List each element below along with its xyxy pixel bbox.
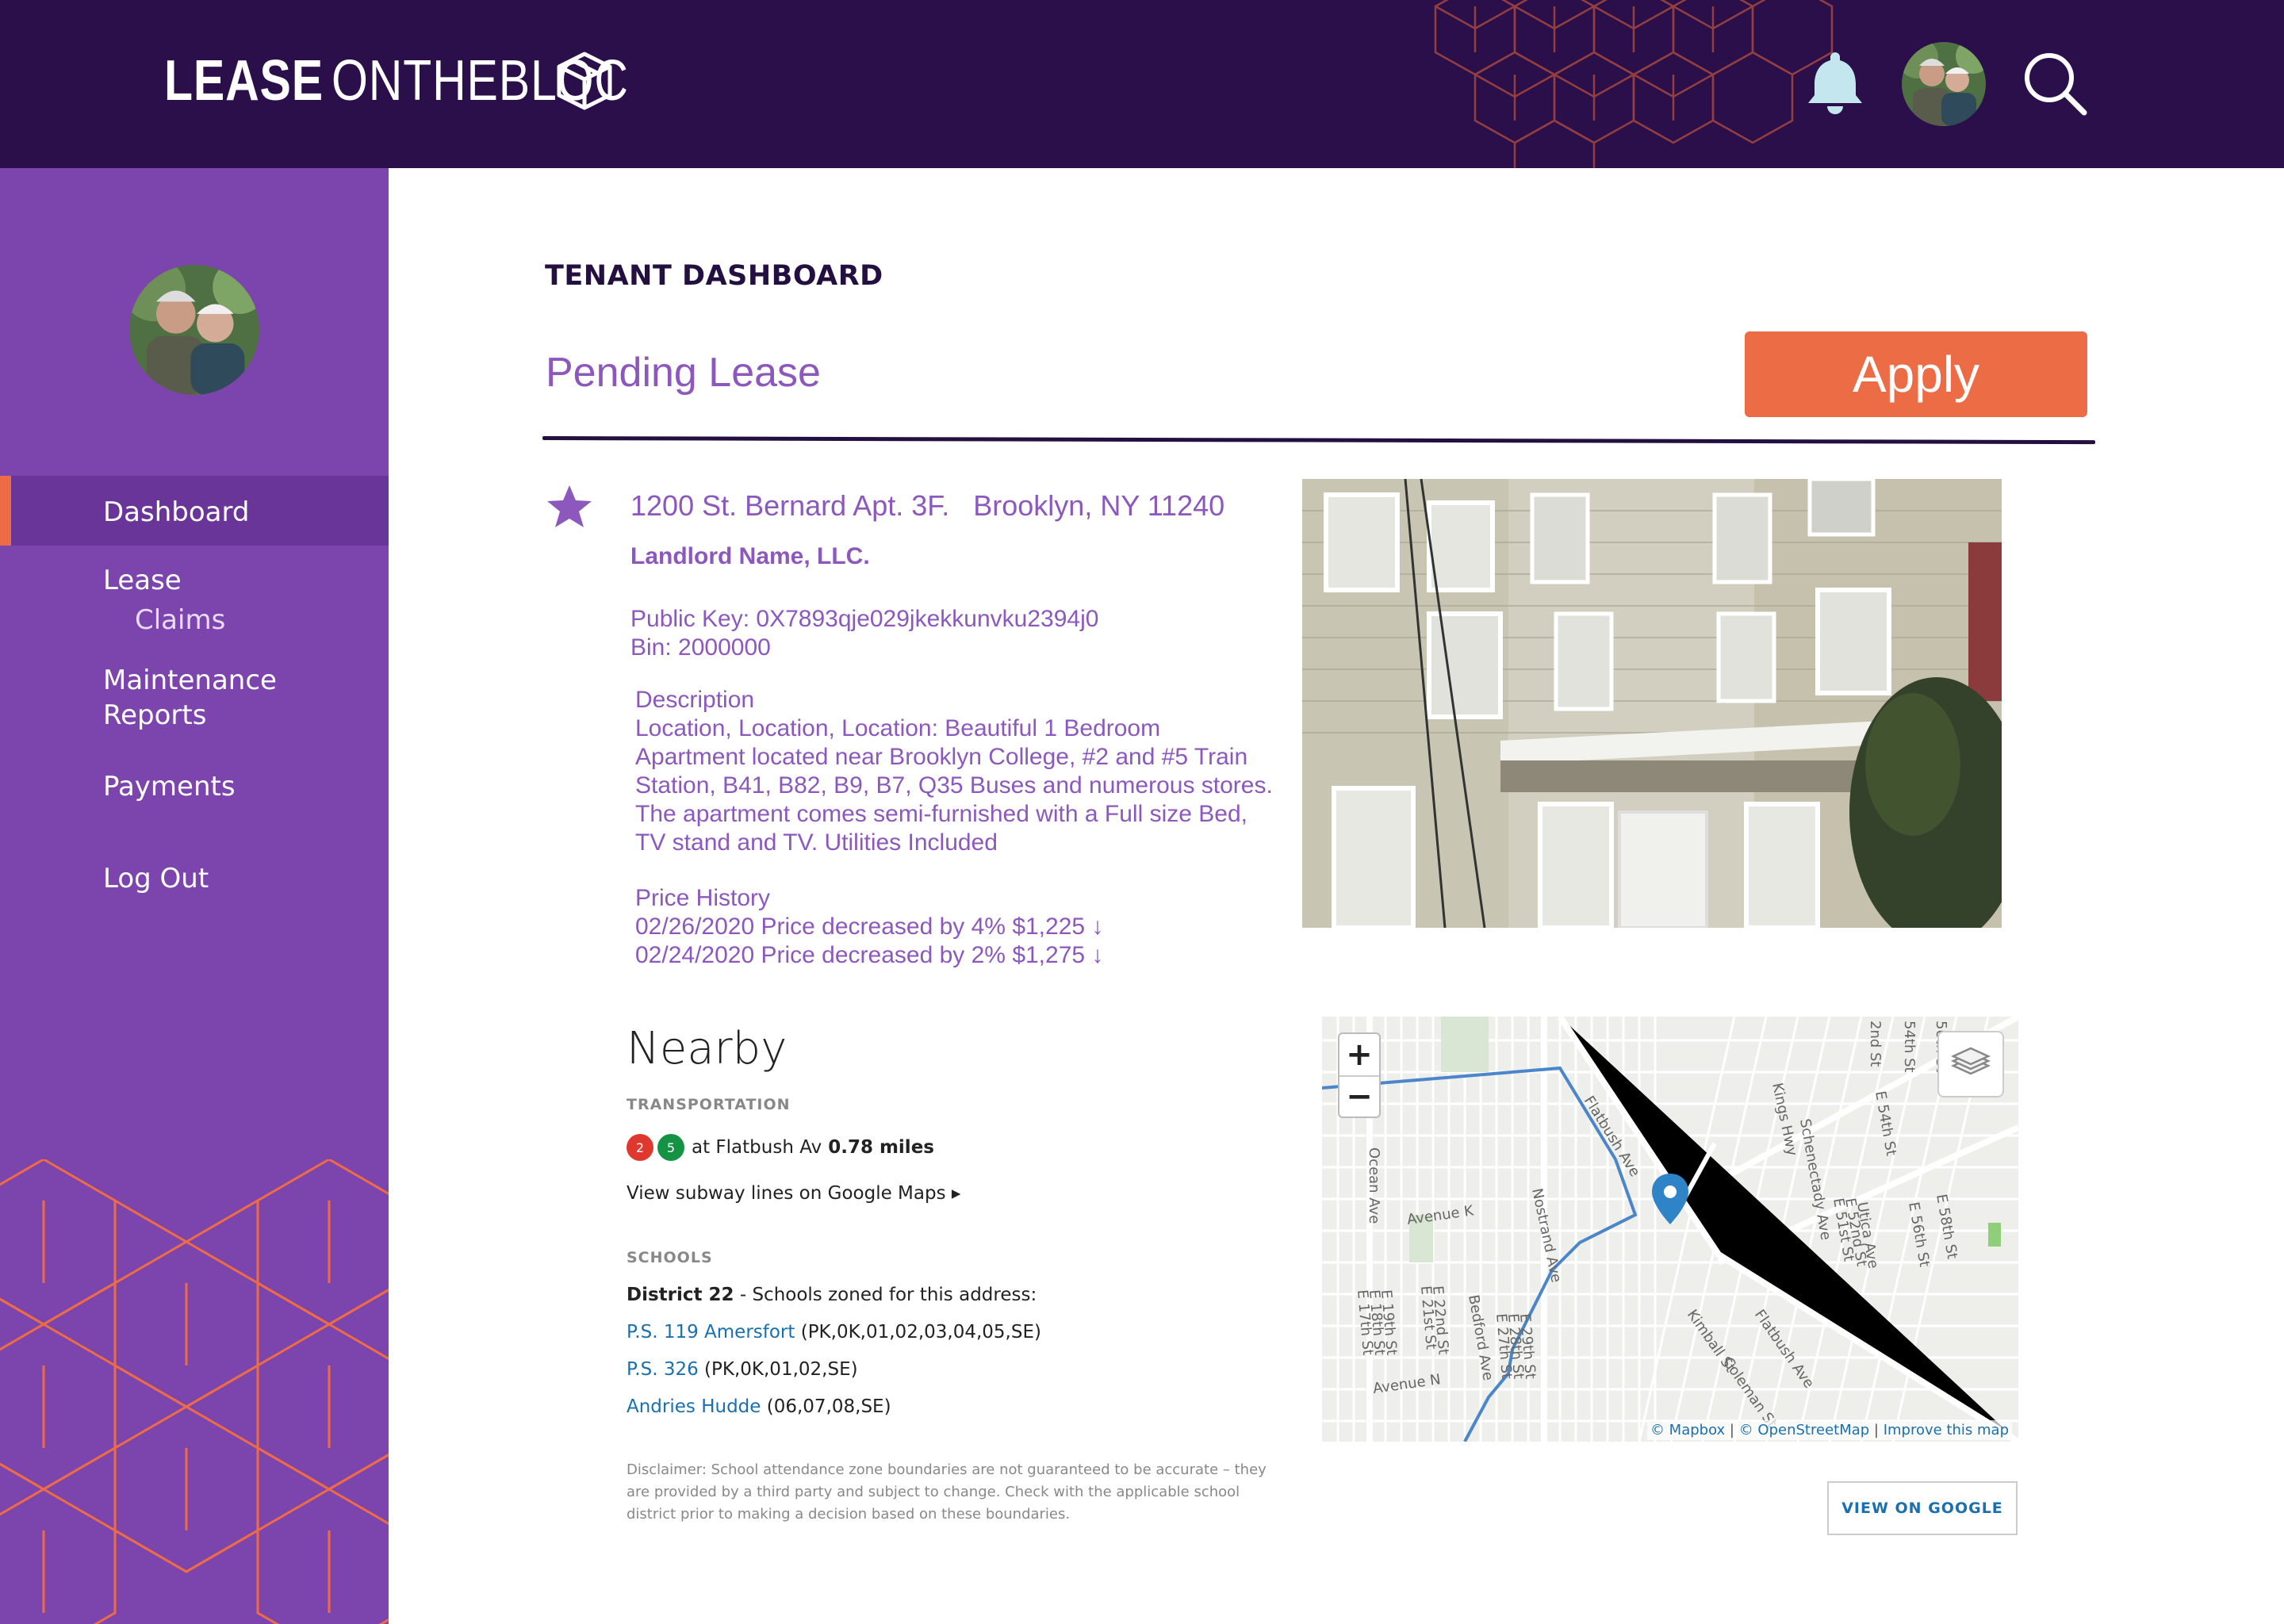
sidebar-item-label: Dashboard xyxy=(103,496,250,528)
school-grades: (PK,0K,01,02,SE) xyxy=(698,1359,858,1380)
school-row: P.S. 119 Amersfort (PK,0K,01,02,03,04,05… xyxy=(627,1322,1041,1342)
building-image xyxy=(1302,479,2002,928)
sidebar-item-lease[interactable]: Lease xyxy=(0,565,389,596)
listing-keys: Public Key: 0X7893qje029jkekkunvku2394j0… xyxy=(630,605,1289,662)
map-street-label: 54th St xyxy=(1901,1021,1918,1073)
osm-attribution-link[interactable]: © OpenStreetMap xyxy=(1739,1422,1869,1438)
avatar[interactable] xyxy=(1902,42,1986,126)
map-street-label: Ocean Ave xyxy=(1366,1147,1382,1224)
schools-heading: SCHOOLS xyxy=(627,1249,713,1266)
zoom-out-button[interactable]: − xyxy=(1339,1075,1379,1116)
subway-line-badge: 2 xyxy=(627,1134,653,1161)
sidebar-item-label: Log Out xyxy=(103,863,209,894)
school-link[interactable]: Andries Hudde xyxy=(627,1396,761,1417)
description-line: Location, Location, Location: Beautiful … xyxy=(635,715,1161,741)
sidebar-item-logout[interactable]: Log Out xyxy=(0,863,389,894)
improve-map-link[interactable]: Improve this map xyxy=(1884,1422,2009,1438)
sidebar-item-label: Maintenance xyxy=(103,665,277,696)
school-link[interactable]: P.S. 119 Amersfort xyxy=(627,1322,795,1342)
subway-map-link[interactable]: View subway lines on Google Maps ▸ xyxy=(627,1183,960,1204)
price-history-row: 02/24/2020 Price decreased by 2% $1,275 … xyxy=(635,942,1104,968)
nearby-heading: Nearby xyxy=(627,1023,788,1074)
sidebar-item-label: Claims xyxy=(135,604,226,636)
logo-bold-text: LEASE xyxy=(164,49,324,113)
page-title: TENANT DASHBOARD xyxy=(545,260,883,292)
district-name: District 22 xyxy=(627,1285,734,1305)
map-canvas: Ocean Ave Avenue K Nostrand Ave Bedford … xyxy=(1322,1017,2018,1442)
map-zoom-control: + − xyxy=(1338,1032,1381,1118)
price-history-row: 02/26/2020 Price decreased by 4% $1,225 … xyxy=(635,914,1104,940)
transit-row: 2 5 at Flatbush Av 0.78 miles xyxy=(627,1134,934,1161)
district-row: District 22 - Schools zoned for this add… xyxy=(627,1285,1037,1305)
bell-icon[interactable] xyxy=(1807,49,1864,117)
view-on-google-button[interactable]: VIEW ON GOOGLE xyxy=(1827,1481,2018,1535)
apply-button[interactable]: Apply xyxy=(1745,331,2087,417)
description-label: Description xyxy=(635,687,755,713)
listing-address: 1200 St. Bernard Apt. 3F. Brooklyn, NY 1… xyxy=(630,489,1225,522)
sidebar-avatar[interactable] xyxy=(129,265,259,395)
description-line: TV stand and TV. Utilities Included xyxy=(635,829,998,856)
star-icon[interactable] xyxy=(546,484,593,528)
top-header: LEASE ONTHEBLOC xyxy=(0,0,2284,168)
map-street-label: 2nd St xyxy=(1867,1021,1884,1067)
map-layers-button[interactable] xyxy=(1937,1031,2004,1097)
layers-icon xyxy=(1950,1047,1991,1075)
cube-logo-icon xyxy=(557,52,612,110)
mapbox-attribution-link[interactable]: © Mapbox xyxy=(1650,1422,1725,1438)
sidebar-item-payments[interactable]: Payments xyxy=(0,771,389,802)
lease-status-heading: Pending Lease xyxy=(546,350,821,396)
sidebar-item-maintenance-reports[interactable]: Maintenance Reports xyxy=(0,663,389,733)
price-history-label: Price History xyxy=(635,885,771,911)
sidebar-item-label: Payments xyxy=(103,771,236,802)
sidebar-item-dashboard[interactable]: Dashboard xyxy=(0,476,389,546)
station-name: at Flatbush Av xyxy=(692,1137,822,1158)
public-key: Public Key: 0X7893qje029jkekkunvku2394j0 xyxy=(630,606,1099,632)
station-distance: 0.78 miles xyxy=(828,1137,934,1158)
sidebar-item-claims[interactable]: Claims xyxy=(0,604,389,636)
description-line: Station, B41, B82, B9, B7, Q35 Buses and… xyxy=(635,772,1273,799)
map-attribution: © Mapbox | © OpenStreetMap | Improve thi… xyxy=(1646,1420,2012,1440)
search-icon[interactable] xyxy=(2021,49,2089,117)
caret-right-icon: ▸ xyxy=(945,1183,961,1204)
property-photo xyxy=(1302,479,2002,928)
school-grades: (06,07,08,SE) xyxy=(761,1396,891,1417)
landlord-name: Landlord Name, LLC. xyxy=(630,543,870,569)
cube-pattern-decoration xyxy=(1434,0,1834,168)
school-disclaimer: Disclaimer: School attendance zone bound… xyxy=(627,1461,1267,1522)
cube-pattern-decoration xyxy=(0,1159,389,1624)
subway-map-link-text: View subway lines on Google Maps xyxy=(627,1183,946,1204)
description-line: The apartment comes semi-furnished with … xyxy=(635,801,1247,827)
school-row: P.S. 326 (PK,0K,01,02,SE) xyxy=(627,1359,858,1380)
district-suffix: - Schools zoned for this address: xyxy=(734,1285,1037,1305)
price-history: Price History 02/26/2020 Price decreased… xyxy=(635,884,1289,970)
sidebar-item-label: Reports xyxy=(103,699,207,731)
sidebar-item-label: Lease xyxy=(103,565,182,596)
transportation-heading: TRANSPORTATION xyxy=(627,1096,791,1113)
avatar-photo xyxy=(129,265,259,395)
school-link[interactable]: P.S. 326 xyxy=(627,1359,699,1380)
listing-description: Description Location, Location, Location… xyxy=(635,686,1289,857)
school-row: Andries Hudde (06,07,08,SE) xyxy=(627,1396,891,1417)
brand-logo[interactable]: LEASE ONTHEBLOC xyxy=(164,49,694,113)
neighborhood-map[interactable]: Ocean Ave Avenue K Nostrand Ave Bedford … xyxy=(1322,1017,2018,1442)
bin-number: Bin: 2000000 xyxy=(630,634,771,661)
sidebar: Dashboard Lease Claims Maintenance Repor… xyxy=(0,168,389,1624)
section-divider xyxy=(542,436,2095,445)
listing-details: 1200 St. Bernard Apt. 3F. Brooklyn, NY 1… xyxy=(630,489,1289,970)
avatar-photo xyxy=(1902,42,1986,126)
school-grades: (PK,0K,01,02,03,04,05,SE) xyxy=(795,1322,1041,1342)
subway-line-badge: 5 xyxy=(657,1134,684,1161)
description-line: Apartment located near Brooklyn College,… xyxy=(635,744,1248,770)
zoom-in-button[interactable]: + xyxy=(1339,1034,1379,1075)
